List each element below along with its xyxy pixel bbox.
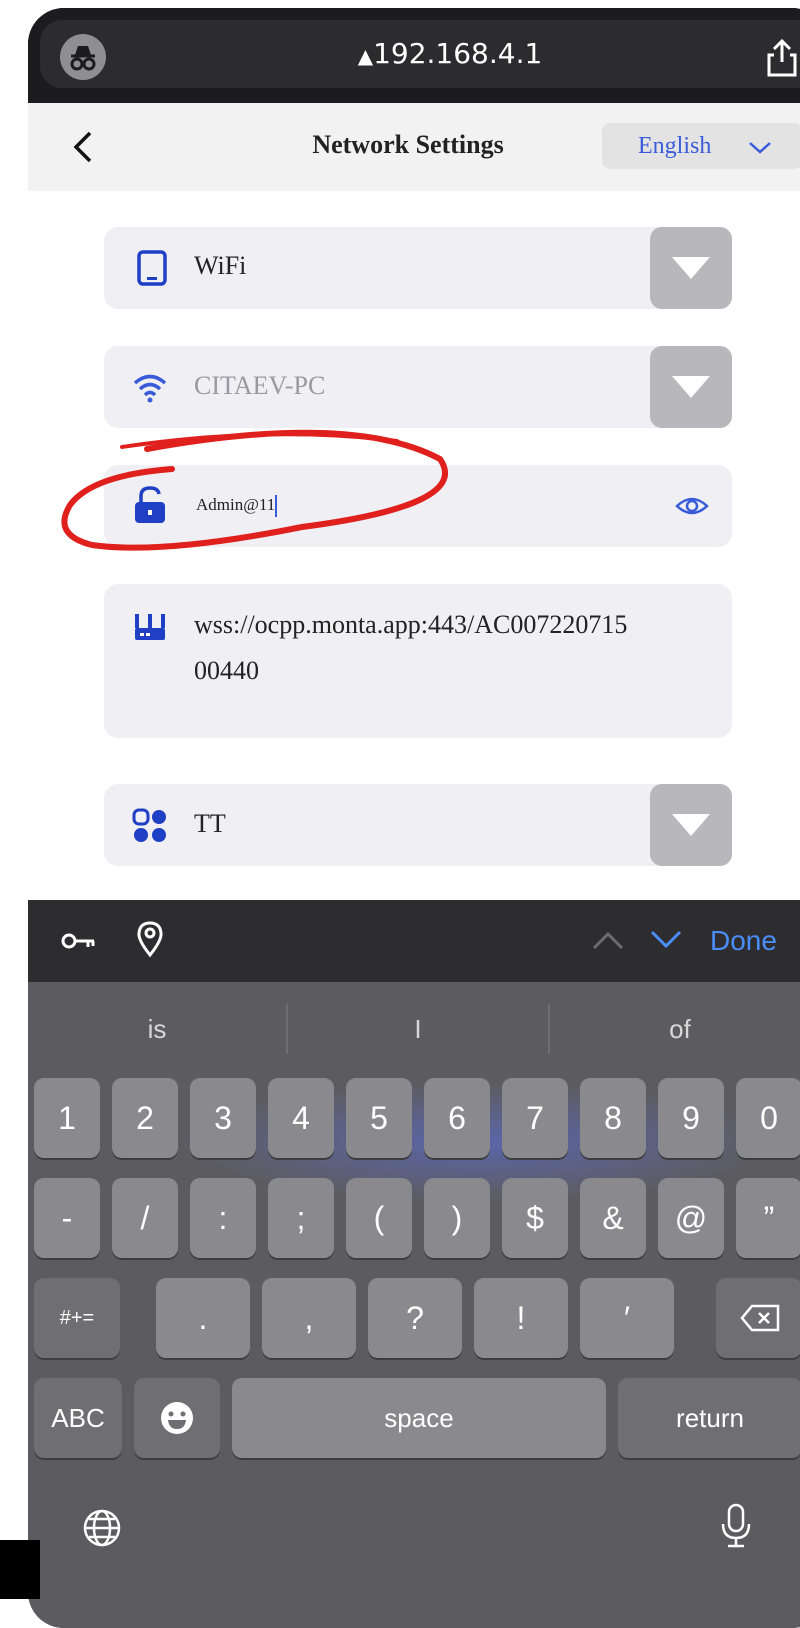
key-quote[interactable]: ”: [736, 1178, 800, 1258]
suggestion-3[interactable]: of: [550, 1004, 800, 1054]
address-field[interactable]: ▲192.168.4.1: [40, 20, 800, 88]
key-period[interactable]: .: [156, 1278, 250, 1358]
key-icon[interactable]: [60, 926, 96, 956]
backspace-key[interactable]: [716, 1278, 800, 1358]
return-key[interactable]: return: [618, 1378, 800, 1458]
done-button[interactable]: Done: [710, 920, 800, 962]
key-dollar[interactable]: $: [502, 1178, 568, 1258]
mode-value: TT: [194, 809, 226, 838]
language-select[interactable]: English: [602, 123, 800, 169]
key-symbols-toggle[interactable]: #+=: [34, 1278, 120, 1358]
key-5[interactable]: 5: [346, 1078, 412, 1158]
server-url-line-2: 00440: [194, 656, 259, 685]
key-open-paren[interactable]: (: [346, 1178, 412, 1258]
url-label: 192.168.4.1: [373, 37, 543, 70]
background-strip: [0, 1540, 40, 1599]
key-slash[interactable]: /: [112, 1178, 178, 1258]
keyboard: is I of 1 2 3 4 5 6 7 8 9 0 - / : ; ( ) …: [28, 982, 800, 1628]
key-colon[interactable]: :: [190, 1178, 256, 1258]
page-header: Network Settings English: [28, 103, 800, 192]
connection-type-dropdown-button[interactable]: [650, 227, 732, 309]
key-6[interactable]: 6: [424, 1078, 490, 1158]
key-apostrophe[interactable]: ′: [580, 1278, 674, 1358]
chevron-down-icon: [746, 135, 774, 159]
url-text[interactable]: ▲192.168.4.1: [320, 36, 580, 72]
key-2[interactable]: 2: [112, 1078, 178, 1158]
router-icon: [132, 610, 168, 646]
key-0[interactable]: 0: [736, 1078, 800, 1158]
key-question[interactable]: ?: [368, 1278, 462, 1358]
incognito-icon[interactable]: [60, 34, 106, 80]
key-comma[interactable]: ,: [262, 1278, 356, 1358]
mode-select[interactable]: TT: [104, 784, 732, 866]
emoji-key[interactable]: [134, 1378, 220, 1458]
grid-icon: [132, 808, 168, 844]
key-semicolon[interactable]: ;: [268, 1178, 334, 1258]
key-1[interactable]: 1: [34, 1078, 100, 1158]
chevron-up-icon[interactable]: [590, 928, 626, 952]
wifi-icon: [132, 370, 168, 406]
connection-type-value: WiFi: [194, 251, 247, 280]
globe-icon[interactable]: [82, 1508, 122, 1548]
share-icon[interactable]: [764, 38, 800, 78]
server-url-field[interactable]: wss://ocpp.monta.app:443/AC007220715 004…: [104, 584, 732, 738]
network-settings-form: WiFi CITAEV-PC Admin@11 wss://ocpp.monta…: [28, 191, 800, 901]
warning-icon: ▲: [357, 44, 374, 68]
key-close-paren[interactable]: ): [424, 1178, 490, 1258]
key-7[interactable]: 7: [502, 1078, 568, 1158]
backspace-icon: [740, 1304, 780, 1332]
tablet-icon: [134, 250, 170, 286]
keyboard-accessory-bar: Done: [28, 900, 800, 982]
chevron-down-icon[interactable]: [648, 928, 684, 952]
emoji-icon: [161, 1402, 193, 1434]
key-exclamation[interactable]: !: [474, 1278, 568, 1358]
eye-icon[interactable]: [674, 489, 710, 523]
microphone-icon[interactable]: [718, 1502, 754, 1550]
connection-type-select[interactable]: WiFi: [104, 227, 732, 309]
key-9[interactable]: 9: [658, 1078, 724, 1158]
key-hyphen[interactable]: -: [34, 1178, 100, 1258]
key-ampersand[interactable]: &: [580, 1178, 646, 1258]
browser-url-bar: ▲192.168.4.1: [28, 8, 800, 103]
mode-dropdown-button[interactable]: [650, 784, 732, 866]
language-label: English: [638, 133, 712, 159]
key-at[interactable]: @: [658, 1178, 724, 1258]
suggestion-1[interactable]: is: [28, 1004, 286, 1054]
phone-screen: ▲192.168.4.1 Network Settings English Wi…: [28, 8, 800, 1628]
suggestion-2[interactable]: I: [288, 1004, 548, 1054]
key-abc[interactable]: ABC: [34, 1378, 122, 1458]
key-3[interactable]: 3: [190, 1078, 256, 1158]
ssid-dropdown-button[interactable]: [650, 346, 732, 428]
server-url-line-1: wss://ocpp.monta.app:443/AC007220715: [194, 610, 628, 639]
annotation-circle: [61, 429, 448, 551]
key-4[interactable]: 4: [268, 1078, 334, 1158]
space-key[interactable]: space: [232, 1378, 606, 1458]
page-title: Network Settings: [312, 130, 504, 159]
back-chevron-icon[interactable]: [68, 127, 98, 167]
location-pin-icon[interactable]: [136, 920, 164, 958]
key-8[interactable]: 8: [580, 1078, 646, 1158]
ssid-value: CITAEV-PC: [194, 371, 326, 400]
ssid-select[interactable]: CITAEV-PC: [104, 346, 732, 428]
